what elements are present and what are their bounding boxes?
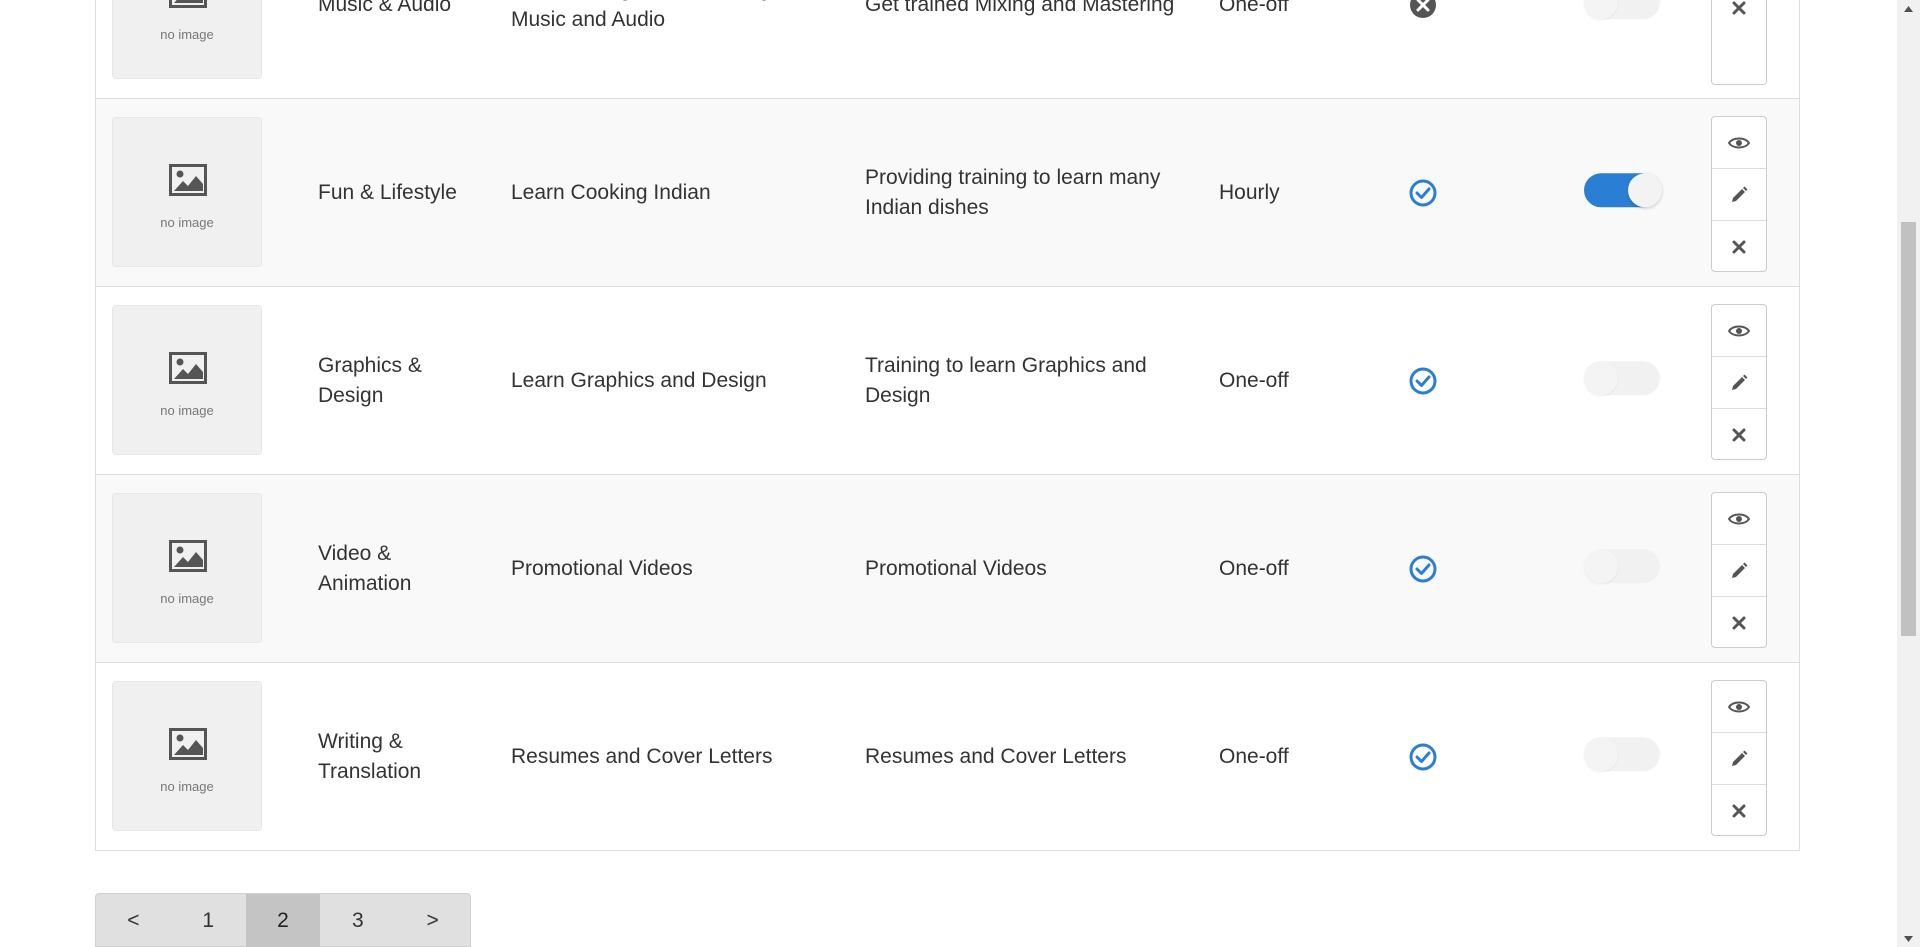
service-thumbnail: no image [112,117,262,267]
page-1-button[interactable]: 1 [171,894,246,947]
pencil-icon [1732,750,1748,766]
category-cell: Graphics & Design [318,353,422,407]
edit-button[interactable] [1712,733,1766,785]
toggle-knob [1584,0,1618,19]
close-icon [1732,616,1746,630]
close-icon [1732,240,1746,254]
table-row: no image Fun & Lifestyle Learn Cooking I… [96,98,1799,286]
pencil-icon [1732,562,1748,578]
image-placeholder-icon [169,164,207,196]
pagination: < 1 2 3 > [95,893,471,947]
no-image-label: no image [160,215,214,230]
delete-button[interactable] [1712,221,1766,273]
scroll-down-arrow-icon[interactable] [1897,930,1920,947]
row-actions [1711,492,1767,648]
close-icon [1732,804,1746,818]
publish-toggle[interactable] [1584,172,1662,207]
title-cell: Learn Cooking Indian [511,180,711,204]
eye-icon [1728,137,1750,148]
page-2-button[interactable]: 2 [245,894,321,947]
delete-button[interactable] [1712,785,1766,837]
view-button[interactable] [1712,305,1766,357]
scrollbar-thumb[interactable] [1901,222,1916,636]
prev-page-button[interactable]: < [96,894,171,947]
title-cell: Learn Mixing and Mastering in Music and … [511,0,792,31]
row-actions [1711,680,1767,836]
image-placeholder-icon [169,352,207,384]
toggle-knob [1584,736,1618,771]
description-cell: Training to learn Graphics and Design [865,353,1147,407]
image-placeholder-icon [169,0,207,8]
times-circle-icon [1410,0,1436,18]
delete-button[interactable] [1712,0,1766,34]
toggle-knob [1584,360,1618,395]
view-button[interactable] [1712,493,1766,545]
service-thumbnail: no image [112,0,262,79]
no-image-label: no image [160,27,214,42]
edit-button[interactable] [1712,357,1766,409]
services-table: no image Music & Audio Learn Mixing and … [95,0,1800,851]
edit-button[interactable] [1712,545,1766,597]
category-cell: Video & Animation [318,541,412,595]
eye-icon [1728,513,1750,524]
publish-toggle[interactable] [1584,736,1660,771]
toggle-knob [1584,548,1618,583]
type-cell: One-off [1219,368,1289,392]
page-3-button[interactable]: 3 [320,894,395,947]
view-button[interactable] [1712,681,1766,733]
check-circle-icon [1409,555,1437,582]
publish-toggle[interactable] [1584,0,1660,19]
vertical-scrollbar[interactable] [1897,0,1920,947]
description-cell: Get trained Mixing and Mastering [865,0,1175,16]
check-circle-icon [1409,179,1437,206]
pencil-icon [1732,186,1748,202]
service-thumbnail: no image [112,305,262,455]
delete-button[interactable] [1712,409,1766,461]
type-cell: Hourly [1219,180,1280,204]
view-button[interactable] [1712,117,1766,169]
title-cell: Resumes and Cover Letters [511,744,773,768]
description-cell: Providing training to learn many Indian … [865,165,1161,219]
category-cell: Music & Audio [318,0,452,16]
image-placeholder-icon [169,728,207,760]
type-cell: One-off [1219,556,1289,580]
close-icon [1732,1,1746,15]
row-actions [1711,304,1767,460]
row-actions [1711,116,1767,272]
publish-toggle[interactable] [1584,360,1660,395]
category-cell: Writing & Translation [318,729,422,783]
check-circle-icon [1409,743,1437,770]
service-thumbnail: no image [112,681,262,831]
pencil-icon [1732,374,1748,390]
service-thumbnail: no image [112,493,262,643]
check-circle-icon [1409,367,1437,394]
type-cell: One-off [1219,744,1289,768]
type-cell: One-off [1219,0,1289,16]
table-row: no image Video & Animation Promotional V… [96,474,1799,662]
delete-button[interactable] [1712,597,1766,649]
toggle-knob [1628,172,1662,207]
next-page-button[interactable]: > [395,894,470,947]
title-cell: Promotional Videos [511,556,693,580]
scroll-up-arrow-icon[interactable] [1897,0,1920,17]
description-cell: Resumes and Cover Letters [865,744,1127,768]
close-icon [1732,428,1746,442]
table-row: no image Music & Audio Learn Mixing and … [96,0,1799,98]
row-actions [1711,0,1767,85]
title-cell: Learn Graphics and Design [511,368,767,392]
table-row: no image Graphics & Design Learn Graphic… [96,286,1799,474]
description-cell: Promotional Videos [865,556,1047,580]
image-placeholder-icon [169,540,207,572]
eye-icon [1728,325,1750,336]
publish-toggle[interactable] [1584,548,1660,583]
table-row: no image Writing & Translation Resumes a… [96,662,1799,850]
no-image-label: no image [160,591,214,606]
no-image-label: no image [160,403,214,418]
eye-icon [1728,701,1750,712]
category-cell: Fun & Lifestyle [318,180,457,204]
no-image-label: no image [160,779,214,794]
edit-button[interactable] [1712,169,1766,221]
